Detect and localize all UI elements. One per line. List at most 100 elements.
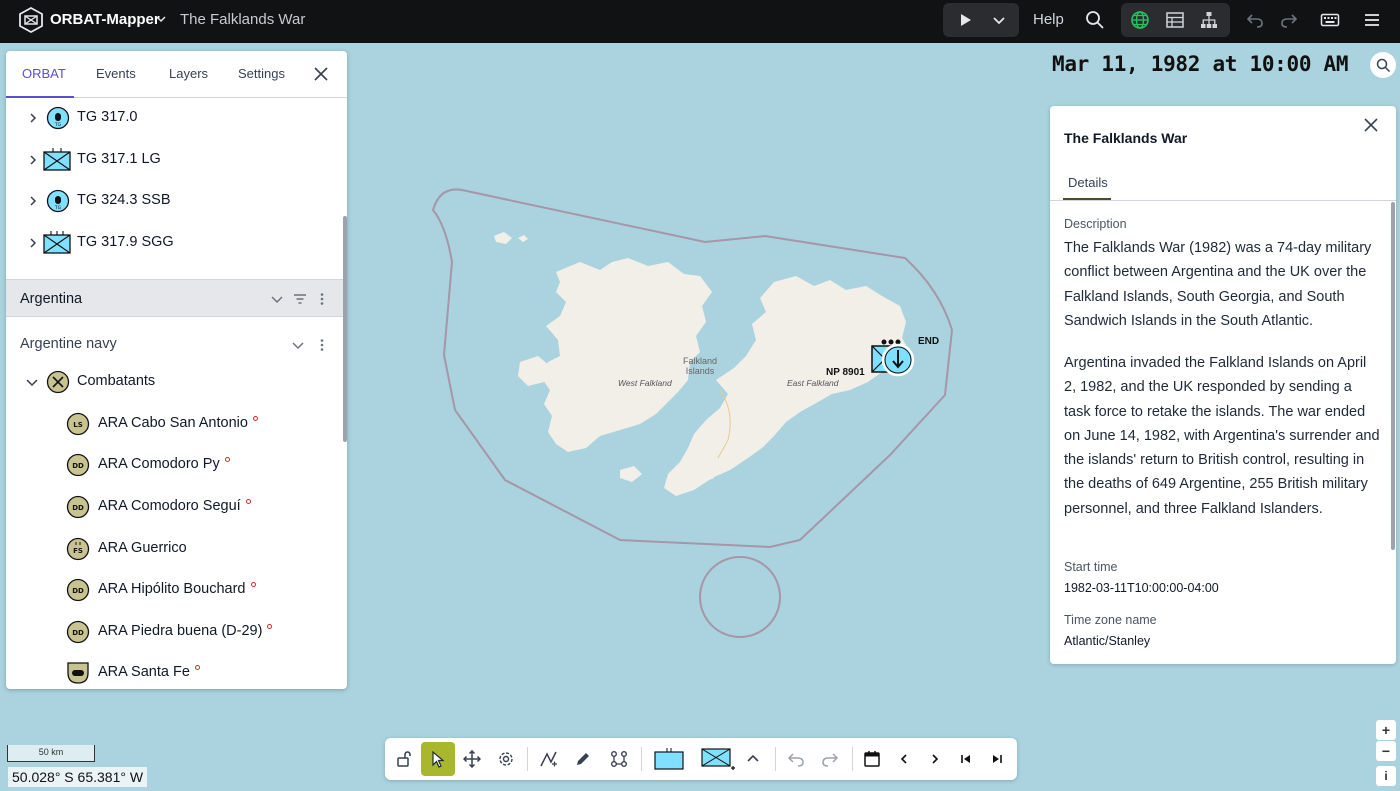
chevron-right-icon[interactable]: [26, 111, 40, 125]
orbat-unit-row[interactable]: DD ARA Comodoro Py: [6, 445, 343, 485]
globe-icon: [1131, 11, 1149, 29]
orbat-unit-row[interactable]: FS ARA Guerrico: [6, 529, 343, 569]
route-tool-button[interactable]: [602, 742, 636, 776]
tab-events[interactable]: Events: [96, 66, 136, 81]
draw-polyline-icon: [540, 751, 557, 767]
unlock-icon: [397, 751, 411, 767]
orbat-unit-row[interactable]: DD ARA Hipólito Bouchard: [6, 570, 343, 610]
more-units-button[interactable]: [736, 742, 770, 776]
previous-day-button[interactable]: [887, 742, 921, 776]
orbat-unit-row[interactable]: TG 317.1 LG: [6, 140, 343, 180]
track-marker-icon: [224, 457, 230, 462]
play-button[interactable]: [953, 3, 977, 37]
group-name[interactable]: Argentine navy: [20, 336, 117, 352]
undo-button[interactable]: [1244, 9, 1266, 31]
redo-edit-button[interactable]: [813, 742, 847, 776]
subgroup-label: Combatants: [77, 373, 156, 389]
playback-options-button[interactable]: [987, 3, 1011, 37]
tab-layers[interactable]: Layers: [169, 66, 208, 81]
orbat-subgroup-row[interactable]: Combatants: [6, 362, 343, 402]
orbat-unit-row[interactable]: ARA Santa Fe: [6, 653, 343, 689]
toolbar-divider: [775, 747, 776, 771]
svg-text:DD: DD: [72, 504, 84, 512]
description-paragraph-1: The Falklands War (1982) was a 74-day mi…: [1064, 240, 1372, 329]
close-panel-icon[interactable]: [312, 65, 330, 83]
next-day-button[interactable]: [918, 742, 952, 776]
selected-unit-symbol-button[interactable]: [651, 742, 687, 776]
edit-feature-button[interactable]: [566, 742, 600, 776]
app-name[interactable]: ORBAT-Mapper: [50, 11, 160, 28]
map-settings-button[interactable]: [489, 742, 523, 776]
scenario-title[interactable]: The Falklands War: [180, 11, 305, 28]
redo-button[interactable]: [1278, 9, 1300, 31]
description-label: Description: [1064, 217, 1127, 231]
draw-feature-button[interactable]: [532, 742, 566, 776]
select-tool-button[interactable]: [421, 742, 455, 776]
orbat-unit-row[interactable]: TG TG 317.0: [6, 98, 343, 138]
playback-controls: [943, 3, 1019, 37]
unit-label: ARA Comodoro Py: [98, 456, 230, 472]
timezone-label: Time zone name: [1064, 613, 1157, 627]
combatants-unit-symbol-icon: [46, 370, 70, 394]
chart-view-button[interactable]: [1198, 9, 1220, 31]
svg-text:FS: FS: [73, 547, 83, 555]
close-icon[interactable]: [1362, 116, 1380, 134]
more-vertical-icon[interactable]: [315, 292, 329, 306]
undo-edit-button[interactable]: [779, 742, 813, 776]
map-info-button[interactable]: i: [1376, 766, 1396, 786]
search-button[interactable]: [1084, 9, 1106, 31]
filter-icon[interactable]: [293, 292, 307, 306]
ship-unit-symbol-icon: DD: [66, 495, 90, 519]
previous-event-button[interactable]: [949, 742, 983, 776]
scenario-datetime[interactable]: Mar 11, 1982 at 10:00 AM: [1052, 52, 1349, 76]
orbat-unit-row[interactable]: DD ARA Comodoro Seguí: [6, 487, 343, 527]
chevron-right-icon[interactable]: [26, 194, 40, 208]
move-tool-button[interactable]: [455, 742, 489, 776]
zoom-out-button[interactable]: −: [1376, 741, 1396, 761]
orbat-mapper-logo-icon[interactable]: [18, 7, 44, 33]
tab-orbat[interactable]: ORBAT: [22, 66, 66, 81]
orbat-unit-row[interactable]: TG TG 324.3 SSB: [6, 181, 343, 221]
search-map-button[interactable]: [1370, 52, 1396, 78]
details-title: The Falklands War: [1064, 130, 1188, 146]
zoom-in-button[interactable]: +: [1376, 720, 1396, 740]
keyboard-shortcuts-button[interactable]: [1319, 9, 1341, 31]
orbat-unit-row[interactable]: TG 317.9 SGG: [6, 223, 343, 263]
map-end-label: END: [918, 336, 940, 347]
gear-icon: [499, 752, 513, 766]
orbat-scrollbar[interactable]: [343, 216, 347, 442]
map-view-button[interactable]: [1129, 9, 1151, 31]
add-unit-button[interactable]: [698, 742, 738, 776]
chevron-right-icon[interactable]: [26, 236, 40, 250]
table-icon: [1166, 12, 1184, 28]
unit-label: ARA Cabo San Antonio: [98, 415, 258, 431]
tab-settings[interactable]: Settings: [238, 66, 285, 81]
chevron-down-icon[interactable]: [270, 292, 284, 306]
skip-back-icon: [961, 755, 970, 763]
submarine-unit-symbol-icon: [67, 662, 89, 684]
start-time-label: Start time: [1064, 560, 1118, 574]
toolbar-divider: [527, 747, 528, 771]
hamburger-menu-icon: [1365, 14, 1379, 26]
east-falkland-map-label: East Falkland: [787, 378, 839, 388]
details-scrollbar[interactable]: [1391, 202, 1395, 550]
grid-view-button[interactable]: [1164, 9, 1186, 31]
move-arrows-icon: [463, 750, 481, 768]
app-menu-chevron-icon[interactable]: [154, 12, 168, 26]
orbat-unit-row[interactable]: DD ARA Piedra buena (D-29): [6, 612, 343, 652]
main-menu-button[interactable]: [1361, 9, 1383, 31]
toolbar-divider: [852, 747, 853, 771]
help-button[interactable]: Help: [1033, 11, 1064, 28]
next-event-button[interactable]: [980, 742, 1014, 776]
orbat-unit-row[interactable]: LS ARA Cabo San Antonio: [6, 404, 343, 444]
orbat-panel: ORBAT Events Layers Settings TG TG 317.0…: [6, 51, 347, 689]
more-vertical-icon[interactable]: [315, 338, 329, 352]
chevron-down-icon[interactable]: [291, 338, 305, 352]
chevron-right-icon[interactable]: [26, 153, 40, 167]
infantry-hq-unit-symbol-icon: [43, 231, 71, 254]
tab-details[interactable]: Details: [1068, 175, 1108, 190]
side-header-argentina[interactable]: Argentina: [6, 279, 343, 317]
lock-toggle-button[interactable]: [387, 742, 421, 776]
chevron-down-icon[interactable]: [25, 375, 39, 389]
date-picker-button[interactable]: [855, 742, 889, 776]
